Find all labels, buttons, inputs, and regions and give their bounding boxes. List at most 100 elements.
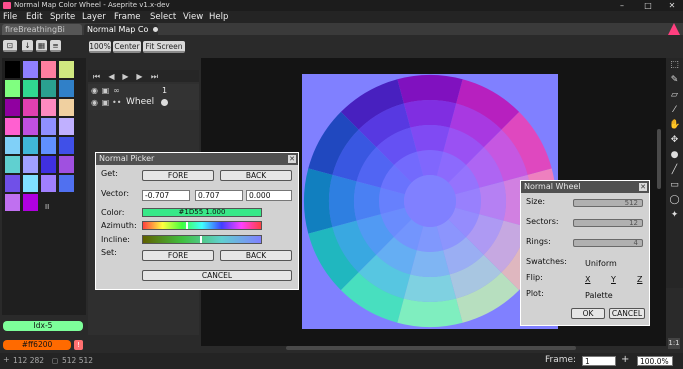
- rings-slider[interactable]: 4: [573, 239, 643, 247]
- zoom-input[interactable]: 100.0%: [637, 356, 673, 366]
- get-fore-button[interactable]: FORE: [142, 170, 214, 181]
- arrow-down-icon[interactable]: ↓: [22, 40, 33, 52]
- palette-swatch[interactable]: [41, 156, 56, 173]
- wheel-swatch[interactable]: [403, 99, 457, 128]
- menu-select[interactable]: Select: [150, 11, 176, 23]
- palette-swatch[interactable]: [23, 118, 38, 135]
- palette-swatch[interactable]: [23, 175, 38, 192]
- wheel-swatch[interactable]: [479, 181, 506, 221]
- frame-number[interactable]: 1: [162, 86, 167, 95]
- tab-normal-map[interactable]: Normal Map Co: [84, 24, 158, 35]
- menu-icon[interactable]: ≡: [50, 40, 61, 52]
- wheel-swatch[interactable]: [328, 174, 357, 228]
- normal-wheel-close-icon[interactable]: ✕: [639, 183, 647, 191]
- fill-tool-icon[interactable]: ●: [669, 150, 680, 161]
- continuous-icon[interactable]: ••: [112, 98, 121, 107]
- cel-dot-icon[interactable]: [161, 99, 168, 106]
- palette-swatch[interactable]: [5, 194, 20, 211]
- vector-z-input[interactable]: 0.000: [246, 190, 292, 201]
- pencil-tool-icon[interactable]: ✎: [669, 75, 680, 86]
- blur-tool-icon[interactable]: ✦: [669, 210, 680, 221]
- palette-swatch[interactable]: [41, 99, 56, 116]
- lock-layer-icon[interactable]: ▣: [101, 86, 110, 95]
- palette-swatch[interactable]: [23, 99, 38, 116]
- wheel-swatch[interactable]: [410, 125, 450, 152]
- palette-swatch[interactable]: [59, 156, 74, 173]
- set-back-button[interactable]: BACK: [220, 250, 292, 261]
- wheel-center-swatch[interactable]: [404, 175, 456, 227]
- menu-sprite[interactable]: Sprite: [50, 11, 75, 23]
- palette-swatch[interactable]: [41, 118, 56, 135]
- zoom-100-button[interactable]: 100%: [89, 41, 111, 53]
- vector-x-input[interactable]: -0.707: [142, 190, 190, 201]
- palette-swatch[interactable]: [23, 61, 38, 78]
- flip-z-checkbox[interactable]: Z: [637, 275, 642, 284]
- layer-name[interactable]: Wheel: [126, 97, 154, 107]
- palette-swatch[interactable]: [5, 61, 20, 78]
- visibility-icon[interactable]: ◉: [90, 86, 99, 95]
- palette-swatch[interactable]: [5, 80, 20, 97]
- palette-swatch[interactable]: [41, 61, 56, 78]
- warning-badge[interactable]: !: [74, 340, 83, 350]
- play-icon[interactable]: ▶: [121, 72, 130, 81]
- palette-swatch[interactable]: [59, 175, 74, 192]
- palette-swatch[interactable]: [59, 118, 74, 135]
- normal-picker-close-icon[interactable]: ✕: [288, 155, 296, 163]
- ellipse-tool-icon[interactable]: ◯: [669, 195, 680, 206]
- fit-screen-button[interactable]: Fit Screen: [143, 41, 185, 53]
- swatches-value[interactable]: Uniform: [585, 259, 617, 268]
- pixel-ratio-button[interactable]: 1:1: [668, 338, 680, 349]
- plot-value[interactable]: Palette: [585, 291, 613, 300]
- background-hex-label[interactable]: #ff6200: [3, 340, 71, 350]
- first-frame-icon[interactable]: ⏮: [92, 72, 101, 81]
- palette-swatch[interactable]: [23, 156, 38, 173]
- menu-layer[interactable]: Layer: [82, 11, 106, 23]
- hand-tool-icon[interactable]: ✋: [669, 120, 680, 131]
- tiles-icon[interactable]: ▦: [36, 40, 47, 52]
- palette-swatch[interactable]: [59, 137, 74, 154]
- set-fore-button[interactable]: FORE: [142, 250, 214, 261]
- menu-view[interactable]: View: [183, 11, 203, 23]
- tab-modified-dot-icon[interactable]: [152, 27, 158, 32]
- azimuth-slider[interactable]: [142, 221, 262, 230]
- palette-swatch[interactable]: [5, 137, 20, 154]
- wheel-swatch[interactable]: [303, 168, 333, 234]
- tab-firebreathing[interactable]: fireBreathingBi: [2, 24, 82, 35]
- palette-swatch[interactable]: [23, 137, 38, 154]
- azimuth-handle[interactable]: [186, 222, 188, 229]
- palette-swatch[interactable]: [41, 80, 56, 97]
- wheel-ok-button[interactable]: OK: [571, 308, 605, 319]
- sectors-slider[interactable]: 12: [573, 219, 643, 227]
- minimize-button[interactable]: –: [611, 0, 633, 11]
- palette-swatch[interactable]: [41, 137, 56, 154]
- add-frame-button[interactable]: +: [621, 354, 629, 365]
- palette-swatch[interactable]: [5, 99, 20, 116]
- vector-y-input[interactable]: 0.707: [195, 190, 243, 201]
- picker-cancel-button[interactable]: CANCEL: [142, 270, 292, 281]
- palette-swatch[interactable]: [23, 80, 38, 97]
- eraser-tool-icon[interactable]: ▱: [669, 90, 680, 101]
- menu-edit[interactable]: Edit: [26, 11, 42, 23]
- palette-swatch[interactable]: [5, 156, 20, 173]
- move-tool-icon[interactable]: ✥: [669, 135, 680, 146]
- next-frame-icon[interactable]: ▶: [135, 72, 144, 81]
- get-back-button[interactable]: BACK: [220, 170, 292, 181]
- size-slider[interactable]: 512: [573, 199, 643, 207]
- line-tool-icon[interactable]: ╱: [669, 165, 680, 176]
- wheel-swatch[interactable]: [354, 181, 381, 221]
- rectangle-tool-icon[interactable]: ▭: [669, 180, 680, 191]
- prev-frame-icon[interactable]: ◀: [107, 72, 116, 81]
- flip-y-checkbox[interactable]: Y: [611, 275, 616, 284]
- link-icon[interactable]: ∞: [112, 86, 121, 95]
- padlock-icon[interactable]: ▣: [101, 98, 110, 107]
- incline-handle[interactable]: [200, 236, 202, 243]
- lock-icon[interactable]: ⊡: [3, 40, 17, 52]
- close-window-button[interactable]: ✕: [661, 0, 683, 11]
- palette-swatch[interactable]: [23, 194, 38, 211]
- wheel-swatch[interactable]: [410, 250, 450, 277]
- incline-slider[interactable]: [142, 235, 262, 244]
- wheel-swatch[interactable]: [403, 274, 457, 303]
- center-button[interactable]: Center: [113, 41, 141, 53]
- foreground-index-label[interactable]: Idx-5: [3, 321, 83, 331]
- wheel-cancel-button[interactable]: CANCEL: [609, 308, 645, 319]
